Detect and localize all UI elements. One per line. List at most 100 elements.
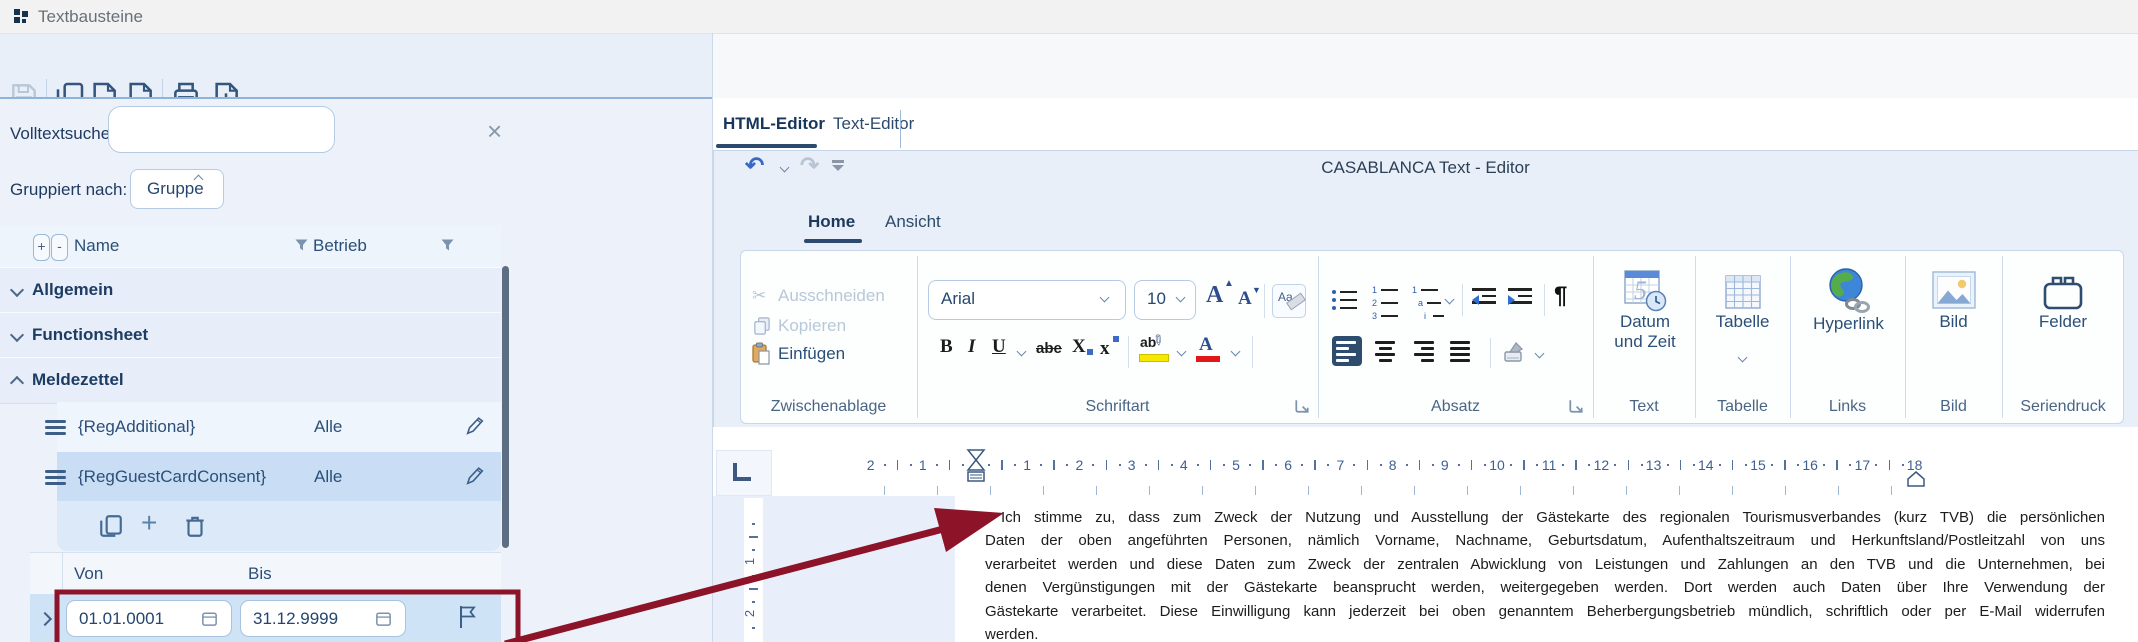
document-line[interactable]: Daten der oben angeführten Personen, näm… [985, 529, 2105, 552]
hyperlink-button[interactable]: Hyperlink [1796, 262, 1901, 392]
column-header-bis[interactable]: Bis [248, 564, 272, 584]
chevron-up-icon[interactable] [9, 375, 25, 391]
subscript-button[interactable]: X [1072, 336, 1093, 358]
window-title: Textbausteine [38, 7, 143, 26]
shading-bucket-icon[interactable] [1500, 338, 1528, 366]
column-header-von[interactable]: Von [74, 564, 103, 584]
column-header-name[interactable]: Name [74, 236, 119, 256]
cut-button[interactable]: Ausschneiden [778, 286, 885, 306]
document-line[interactable]: Gästekarte verarbeitet. Diese Einwilligu… [985, 600, 2105, 623]
date-time-button[interactable]: 5 Datum und Zeit [1598, 262, 1692, 392]
strikethrough-button[interactable]: abe [1036, 340, 1062, 357]
tree-item-regadditional[interactable]: {RegAdditional} Alle [45, 402, 501, 453]
tree-group-meldezettel[interactable]: Meldezettel [0, 357, 501, 404]
button-separator [1264, 284, 1265, 318]
highlight-color-button[interactable]: ab ✎ [1138, 330, 1170, 368]
calendar-icon[interactable] [374, 609, 393, 628]
qat-customize-icon[interactable] [832, 160, 844, 171]
tree-group-functionsheet[interactable]: Functionsheet [0, 312, 501, 359]
undo-icon[interactable]: ↶ [745, 152, 764, 179]
table-button[interactable]: Tabelle [1698, 268, 1787, 398]
ribbon-tab-ansicht[interactable]: Ansicht [885, 212, 941, 232]
expand-all-button[interactable]: + [33, 234, 50, 261]
superscript-button[interactable]: x [1100, 336, 1119, 360]
align-justify-button[interactable] [1446, 336, 1476, 366]
ruler-number: 12 [1593, 457, 1610, 473]
image-button[interactable]: Bild [1910, 266, 1997, 396]
bold-button[interactable]: B [940, 336, 953, 358]
delete-row-icon[interactable] [182, 513, 208, 539]
redo-icon[interactable]: ↷ [800, 152, 819, 179]
ruler-tick [1105, 460, 1108, 470]
tree-group-allgemein[interactable]: Allgemein [0, 267, 501, 314]
row-expander-icon[interactable] [37, 611, 53, 627]
clear-search-icon[interactable]: × [487, 116, 502, 147]
copy-row-icon[interactable] [98, 513, 124, 539]
calendar-icon[interactable] [200, 609, 219, 628]
tree-item-regguestcardconsent[interactable]: {RegGuestCardConsent} Alle [45, 452, 501, 503]
ruler-tick [884, 486, 885, 495]
ruler-number: 16 [1802, 457, 1818, 473]
ribbon-tab-home[interactable]: Home [808, 212, 855, 232]
document-line[interactable]: denen Vergünstigungen mit der Gästekarte… [985, 576, 2105, 599]
grow-font-button[interactable]: A ▲ [1206, 278, 1234, 309]
ruler-tick [1797, 464, 1800, 466]
tab-html-editor[interactable]: HTML-Editor [723, 114, 825, 134]
group-by-combo[interactable]: Gruppe [130, 169, 224, 209]
bullet-list-icon[interactable] [1332, 288, 1357, 314]
list-scrollbar[interactable] [502, 266, 509, 548]
main-toolbar [0, 34, 712, 119]
indent-marker-icon[interactable] [965, 448, 987, 484]
vertical-ruler[interactable]: 12 [742, 498, 763, 642]
copy-button[interactable]: Kopieren [778, 316, 846, 336]
font-dialog-launcher-icon[interactable] [1294, 398, 1310, 414]
cut-icon[interactable]: ✂ [752, 286, 766, 306]
font-color-button[interactable]: A [1196, 334, 1222, 368]
document-line[interactable]: Ich stimme zu, dass zum Zweck der Nutzun… [985, 506, 2105, 529]
chevron-down-icon[interactable] [9, 282, 25, 298]
edit-pencil-icon[interactable] [464, 465, 486, 487]
shrink-font-button[interactable]: A ▼ [1238, 285, 1261, 310]
paragraph-dialog-launcher-icon[interactable] [1568, 398, 1584, 414]
filter-icon[interactable] [294, 238, 309, 252]
paste-button[interactable]: Einfügen [778, 344, 845, 364]
multilevel-list-icon[interactable]: 1 a i [1412, 284, 1444, 324]
text-group-label: Text [1629, 398, 1659, 415]
edit-pencil-icon[interactable] [464, 415, 486, 437]
column-header-betrieb[interactable]: Betrieb [313, 236, 367, 256]
add-row-icon[interactable]: + [141, 507, 157, 539]
paste-icon[interactable] [750, 342, 772, 365]
ruler-tick [1414, 486, 1415, 495]
validity-row[interactable]: 01.01.0001 31.12.9999 [30, 594, 501, 642]
document-line[interactable]: werden. [985, 623, 2105, 642]
increase-indent-icon[interactable] [1508, 286, 1532, 306]
von-date-field[interactable]: 01.01.0001 [66, 600, 232, 637]
bis-date-field[interactable]: 31.12.9999 [240, 600, 406, 637]
numbered-list-icon[interactable]: 1 2 3 [1372, 284, 1398, 324]
ruler-tick [1467, 486, 1468, 495]
decrease-indent-icon[interactable] [1472, 286, 1496, 306]
document-area[interactable]: 12 Ich stimme zu, dass zum Zweck der Nut… [713, 496, 2138, 642]
copy-icon[interactable] [752, 316, 771, 335]
horizontal-ruler[interactable]: 2 1 1 2 3 4 5 6 7 8 9 10 11 12 13 14 15 16 17 18 [713, 448, 2138, 496]
document-line[interactable]: verarbeitet werden und diese Daten zum Z… [985, 553, 2105, 576]
font-size-combo[interactable]: 10 [1134, 280, 1196, 320]
collapse-all-button[interactable]: - [51, 234, 68, 261]
underline-button[interactable]: U [992, 336, 1006, 358]
clear-formatting-button[interactable]: Aa [1272, 284, 1306, 318]
font-family-combo[interactable]: Arial [928, 280, 1126, 320]
chevron-down-icon[interactable] [9, 327, 25, 343]
search-input[interactable] [108, 106, 335, 153]
tab-text-editor[interactable]: Text-Editor [833, 114, 914, 134]
item-name: {RegGuestCardConsent} [78, 467, 267, 486]
align-center-button[interactable] [1370, 336, 1400, 366]
document-text[interactable]: Ich stimme zu, dass zum Zweck der Nutzun… [985, 506, 2105, 642]
ruler-number: 18 [1906, 457, 1923, 473]
align-right-button[interactable] [1408, 336, 1438, 366]
align-left-button[interactable] [1332, 336, 1362, 366]
pilcrow-button[interactable]: ¶ [1554, 282, 1567, 310]
filter-icon[interactable] [440, 238, 455, 252]
flag-icon[interactable] [456, 604, 480, 630]
fields-button[interactable]: Felder [2012, 266, 2114, 396]
italic-button[interactable]: I [968, 336, 975, 358]
